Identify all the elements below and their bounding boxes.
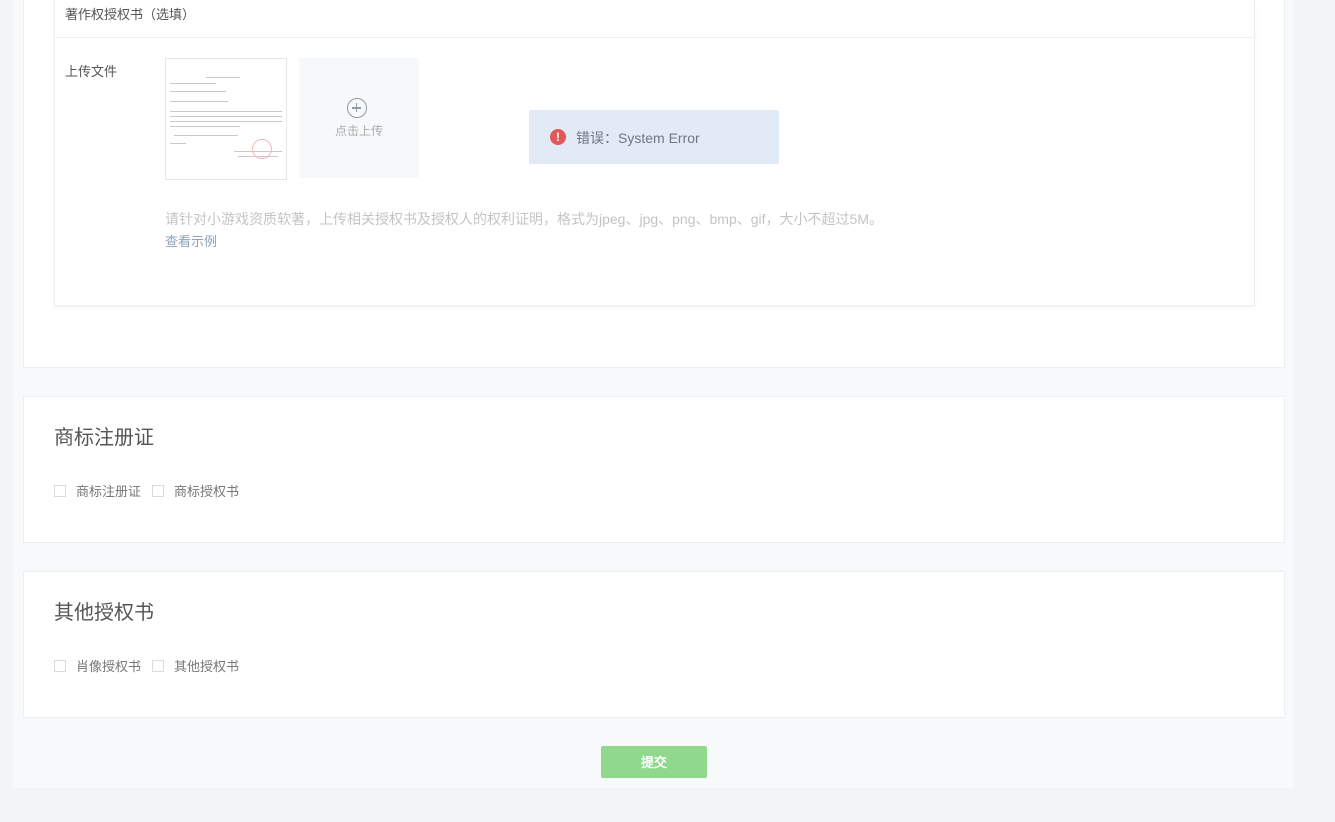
other-options: 肖像授权书 其他授权书 <box>54 656 250 675</box>
checkbox-box[interactable] <box>152 659 165 672</box>
upload-button[interactable]: 点击上传 <box>299 58 419 178</box>
upload-button-label: 点击上传 <box>334 124 383 138</box>
other-section-title: 其他授权书 <box>54 602 154 624</box>
scrollbar[interactable] <box>1327 0 1335 822</box>
upload-hint-text: 请针对小游戏资质软著，上传相关授权书及授权人的权利证明，格式为jpeg、jpg、… <box>165 211 883 227</box>
copyright-section: 著作权授权书（选填） 上传文件 点击上传 请针对小游戏资质软著，上传相关授权书及… <box>23 0 1285 368</box>
checkbox-trademark-authorization[interactable]: 商标授权书 <box>152 481 239 500</box>
checkbox-box[interactable] <box>54 659 66 672</box>
trademark-section-title: 商标注册证 <box>54 427 154 449</box>
checkbox-label: 商标注册证 <box>76 484 142 499</box>
plus-circle-icon <box>347 98 367 118</box>
upload-file-label: 上传文件 <box>65 64 118 79</box>
checkbox-label: 商标授权书 <box>174 484 240 499</box>
copyright-header-title: 著作权授权书（选填） <box>65 7 196 22</box>
view-example-link[interactable]: 查看示例 <box>165 231 217 250</box>
error-toast: ! 错误：System Error <box>529 110 779 164</box>
checkbox-portrait-authorization[interactable]: 肖像授权书 <box>54 656 141 675</box>
uploaded-document-thumbnail[interactable] <box>165 58 287 180</box>
checkbox-label: 肖像授权书 <box>76 659 142 674</box>
checkbox-label: 其他授权书 <box>174 659 240 674</box>
submit-button[interactable]: 提交 <box>601 746 707 778</box>
other-authorization-section: 其他授权书 肖像授权书 其他授权书 <box>23 571 1285 718</box>
checkbox-box[interactable] <box>54 484 66 497</box>
trademark-section: 商标注册证 商标注册证 商标授权书 <box>23 396 1285 543</box>
seal-stamp-icon <box>252 139 272 159</box>
checkbox-box[interactable] <box>152 484 165 497</box>
error-icon: ! <box>550 129 566 145</box>
error-message: 错误：System Error <box>576 130 700 146</box>
checkbox-trademark-registration[interactable]: 商标注册证 <box>54 481 141 500</box>
copyright-header: 著作权授权书（选填） <box>55 0 1254 38</box>
trademark-options: 商标注册证 商标授权书 <box>54 481 250 500</box>
checkbox-other-authorization[interactable]: 其他授权书 <box>152 656 239 675</box>
